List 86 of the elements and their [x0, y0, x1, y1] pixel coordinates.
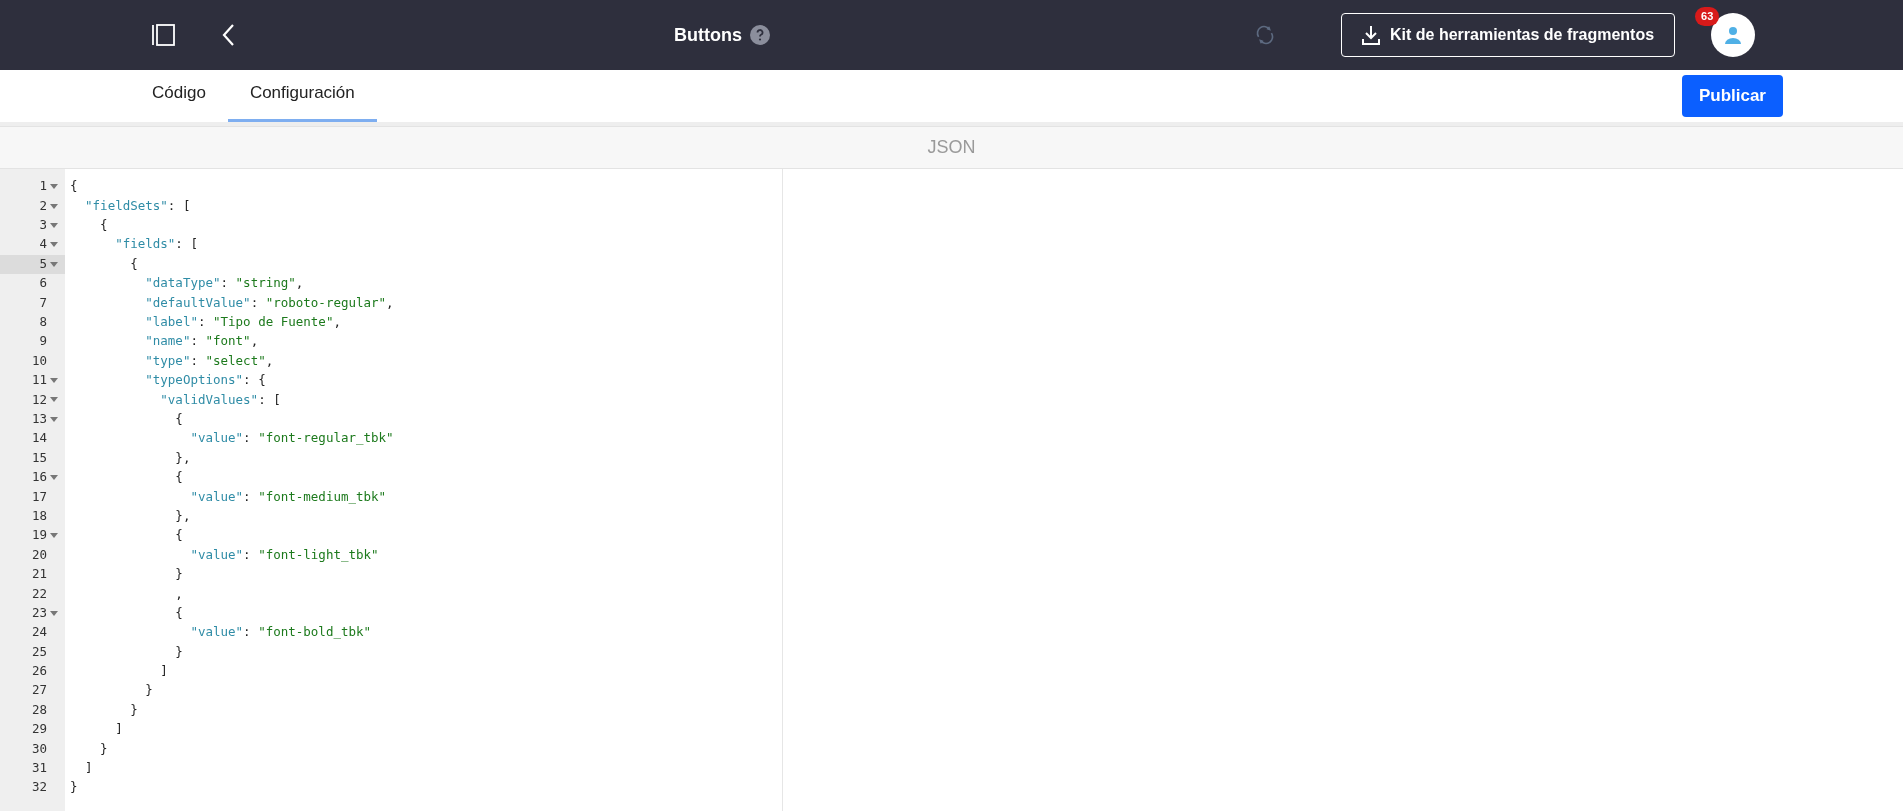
avatar[interactable] [1711, 13, 1756, 57]
fold-arrow-icon[interactable] [50, 261, 58, 267]
line-number: 26 [31, 662, 47, 681]
line-number: 21 [31, 565, 47, 584]
code-line: "value": "font-medium_tbk" [189, 487, 387, 506]
code-line: "defaultValue": "roboto-regular", [144, 293, 394, 312]
code-line: { [99, 216, 108, 235]
code-line: } [70, 778, 78, 797]
code-line: "fields": [ [114, 235, 198, 254]
sidebar-toggle-icon[interactable] [150, 21, 178, 49]
line-number: 13 [31, 410, 47, 428]
line-number: 10 [31, 351, 47, 370]
line-number: 8 [39, 313, 47, 332]
code-line: "label": "Tipo de Fuente", [144, 313, 341, 332]
line-number: 1 [39, 177, 47, 196]
code-line: "name": "font", [144, 332, 259, 351]
code-line: } [174, 565, 183, 584]
fold-arrow-icon[interactable] [50, 610, 58, 616]
code-line: "validValues": [ [159, 390, 281, 409]
code-line: } [174, 642, 183, 661]
line-number: 12 [31, 390, 47, 409]
code-line: ] [84, 759, 93, 778]
line-number: 9 [39, 332, 47, 351]
line-number: 32 [31, 778, 47, 797]
code-line: "value": "font-regular_tbk" [189, 429, 394, 448]
download-icon [1362, 25, 1380, 45]
fold-arrow-icon[interactable] [50, 242, 58, 248]
fold-arrow-icon[interactable] [50, 533, 58, 539]
code-line: { [129, 254, 138, 273]
code-line: "dataType": "string", [144, 274, 304, 293]
code-line: { [70, 177, 78, 196]
line-number: 19 [31, 526, 47, 545]
fold-arrow-icon[interactable] [50, 378, 58, 384]
code-line: } [99, 739, 108, 758]
code-line: "value": "font-bold_tbk" [189, 623, 372, 642]
line-number: 25 [31, 642, 47, 661]
editor-title: JSON [927, 136, 976, 159]
page-title: Buttons [674, 23, 742, 47]
fold-arrow-icon[interactable] [50, 397, 58, 403]
toolkit-button[interactable]: Kit de herramientas de fragmentos [1341, 13, 1676, 57]
line-number: 11 [31, 371, 47, 390]
line-number: 23 [31, 603, 47, 622]
code-line: { [174, 603, 183, 622]
tab[interactable]: Código [130, 73, 228, 122]
line-number: 6 [39, 274, 47, 293]
code-line: { [174, 468, 183, 487]
line-number: 16 [31, 468, 47, 487]
fold-arrow-icon[interactable] [50, 416, 58, 422]
line-number: 4 [39, 235, 47, 254]
code-line: { [174, 410, 183, 428]
line-number: 2 [39, 196, 47, 215]
fold-arrow-icon[interactable] [50, 184, 58, 190]
code-line: } [144, 681, 153, 700]
line-number: 3 [39, 216, 47, 235]
line-number: 31 [31, 759, 47, 778]
code-line: } [129, 700, 138, 719]
line-number: 14 [31, 429, 47, 448]
line-number: 29 [31, 720, 47, 739]
line-number: 17 [31, 487, 47, 506]
line-number: 5 [39, 254, 47, 273]
code-line: ] [159, 662, 168, 681]
line-number: 30 [31, 739, 47, 758]
publish-button[interactable]: Publicar [1681, 75, 1783, 117]
line-number: 18 [31, 506, 47, 525]
help-icon[interactable] [750, 25, 770, 45]
line-number: 15 [31, 448, 47, 467]
code-line: { [174, 526, 183, 545]
line-number: 22 [31, 584, 47, 603]
fold-arrow-icon[interactable] [50, 203, 58, 209]
code-line: }, [174, 448, 191, 467]
code-line: "fieldSets": [ [84, 196, 191, 215]
code-line: }, [174, 506, 191, 525]
code-line: ] [114, 720, 123, 739]
line-number: 27 [31, 681, 47, 700]
line-number: 7 [39, 293, 47, 312]
code-line: "typeOptions": { [144, 371, 266, 390]
line-number: 24 [31, 623, 47, 642]
line-number: 28 [31, 700, 47, 719]
fold-arrow-icon[interactable] [50, 222, 58, 228]
fold-arrow-icon[interactable] [50, 475, 58, 481]
code-line: , [174, 584, 183, 603]
code-line: "value": "font-light_tbk" [189, 545, 379, 564]
line-number: 20 [31, 545, 47, 564]
notification-badge: 63 [1695, 7, 1720, 26]
user-icon [1723, 25, 1744, 45]
code-line: "type": "select", [144, 351, 274, 370]
